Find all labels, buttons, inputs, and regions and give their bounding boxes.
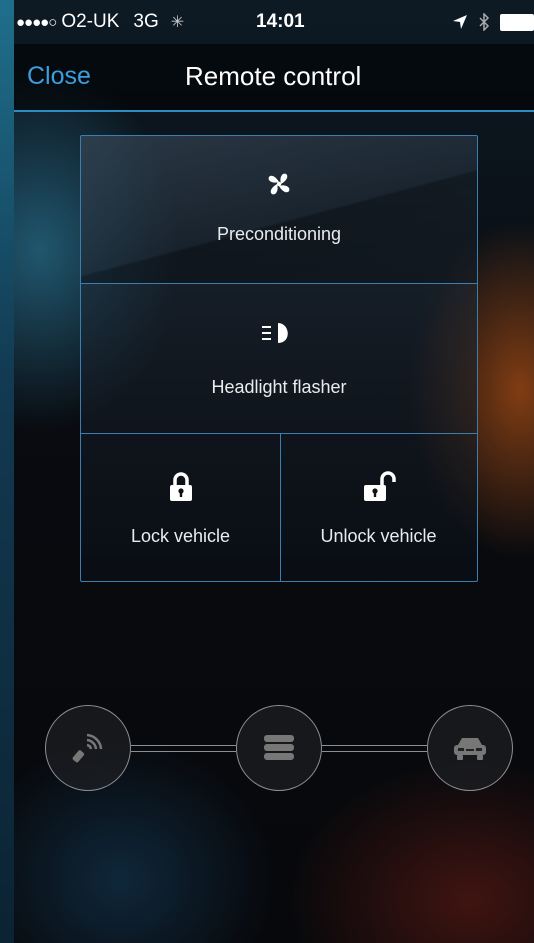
remote-status-node[interactable]: [45, 705, 131, 791]
remote-control-panel: Preconditioning Headlight flasher Lock v…: [80, 135, 478, 582]
headlight-icon: [262, 323, 288, 343]
network-type: 3G: [133, 11, 159, 32]
connection-line-server-car: [322, 745, 427, 752]
car-icon: [454, 738, 486, 760]
connection-line-remote-server: [131, 745, 236, 752]
battery-icon: [500, 13, 534, 31]
carrier-name: O2-UK: [61, 11, 120, 32]
status-right-icons: [452, 13, 534, 31]
fan-icon: [268, 173, 290, 195]
bluetooth-icon: [479, 13, 490, 31]
page-title: Remote control: [185, 61, 362, 91]
lock-icon: [169, 472, 192, 501]
navigation-bar: Close Remote control: [14, 44, 534, 112]
close-button[interactable]: Close: [27, 62, 91, 91]
location-arrow-icon: [453, 15, 467, 29]
status-bar: ●●●●○ O2-UK 3G ✳ 14:01: [14, 0, 534, 44]
unlock-vehicle-button[interactable]: Unlock vehicle: [280, 433, 477, 581]
lock-vehicle-label: Lock vehicle: [130, 526, 231, 546]
server-status-node[interactable]: [236, 705, 322, 791]
unlock-vehicle-label: Unlock vehicle: [320, 526, 437, 546]
unlock-icon: [363, 471, 396, 501]
server-database-icon: [264, 735, 294, 760]
car-status-node[interactable]: [427, 705, 513, 791]
signal-strength: ●●●●○: [16, 13, 57, 31]
lock-vehicle-button[interactable]: Lock vehicle: [81, 433, 281, 581]
preconditioning-button[interactable]: Preconditioning: [81, 136, 477, 284]
screen-left-edge: [0, 0, 14, 943]
preconditioning-label: Preconditioning: [216, 224, 342, 244]
remote-signal-icon: [72, 733, 103, 763]
headlight-flasher-button[interactable]: Headlight flasher: [81, 283, 477, 434]
activity-spinner-icon: ✳: [170, 14, 185, 31]
headlight-flasher-label: Headlight flasher: [211, 377, 347, 397]
status-time: 14:01: [256, 11, 305, 32]
